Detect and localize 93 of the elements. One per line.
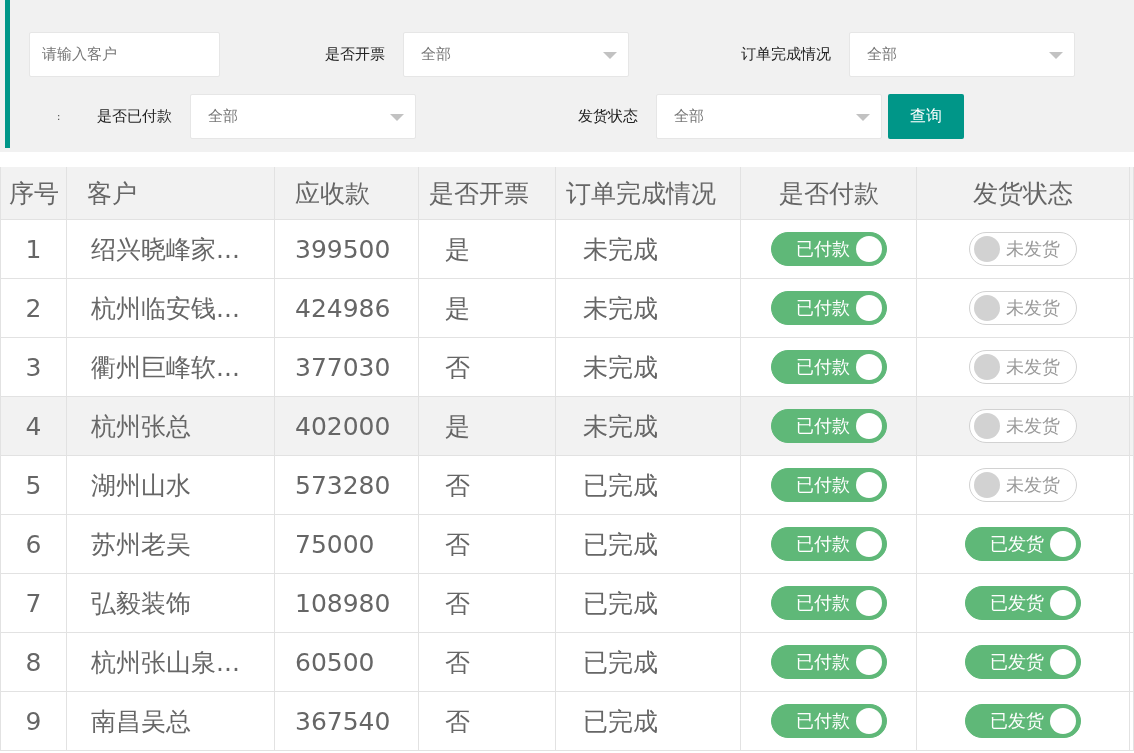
paid-toggle[interactable]: 已付款: [770, 586, 887, 620]
table-cell: 5: [0, 456, 67, 514]
table-cell: 424986: [275, 279, 419, 337]
shipped-toggle[interactable]: 未发货: [969, 409, 1077, 443]
shipped-toggle[interactable]: 未发货: [969, 468, 1077, 502]
table-cell: 已完成: [556, 633, 741, 691]
table-cell: 未完成: [556, 338, 741, 396]
table-cell: 1: [0, 220, 67, 278]
table-cell: 是: [419, 397, 556, 455]
table-cell: 75000: [275, 515, 419, 573]
table-cell: 6: [0, 515, 67, 573]
colon-label: :: [57, 110, 62, 122]
table-cell: 未完成: [556, 220, 741, 278]
shipping-filter-label: 发货状态: [577, 106, 639, 126]
table-cell: 否: [419, 633, 556, 691]
paid-toggle[interactable]: 已付款: [770, 291, 887, 325]
table-cell: 否: [419, 692, 556, 750]
table-cell: 4: [0, 397, 67, 455]
paid-toggle[interactable]: 已付款: [770, 409, 887, 443]
table-cell: 已完成: [556, 456, 741, 514]
table-cell: 否: [419, 456, 556, 514]
table-cell: 南昌吴总: [67, 692, 275, 750]
table-cell: 是: [419, 220, 556, 278]
table-row[interactable]: 9 南昌吴总 367540 否 已完成 已付款 已发货: [0, 692, 1134, 751]
table-cell: 8: [0, 633, 67, 691]
table-cell: 未完成: [556, 397, 741, 455]
table-cell: 苏州老吴: [67, 515, 275, 573]
table-cell: 已完成: [556, 692, 741, 750]
paid-toggle[interactable]: 已付款: [770, 468, 887, 502]
table-cell: 402000: [275, 397, 419, 455]
table-cell: 绍兴晓峰家...: [67, 220, 275, 278]
paid-toggle[interactable]: 已付款: [770, 645, 887, 679]
search-button[interactable]: 查询: [888, 93, 964, 139]
invoice-filter-label: 是否开票: [324, 44, 386, 64]
caret-icon: [856, 113, 870, 121]
table-cell: 衢州巨峰软...: [67, 338, 275, 396]
table-cell: 杭州临安钱...: [67, 279, 275, 337]
caret-icon: [390, 113, 404, 121]
table-row[interactable]: 1 绍兴晓峰家... 399500 是 未完成 已付款 未发货: [0, 220, 1134, 279]
customer-search-field[interactable]: 请输入客户: [29, 31, 220, 77]
paid-toggle[interactable]: 已付款: [770, 232, 887, 266]
table-cell: 9: [0, 692, 67, 750]
column-header: 客户: [67, 167, 275, 219]
shipped-toggle[interactable]: 未发货: [969, 291, 1077, 325]
shipped-toggle[interactable]: 已发货: [965, 527, 1081, 561]
table-row[interactable]: 2 杭州临安钱... 424986 是 未完成 已付款 未发货: [0, 279, 1134, 338]
completion-select[interactable]: 全部: [849, 31, 1075, 77]
table-cell: 否: [419, 515, 556, 573]
shipping-select[interactable]: 全部: [656, 93, 882, 139]
table-cell: 377030: [275, 338, 419, 396]
shipped-toggle[interactable]: 已发货: [965, 704, 1081, 738]
shipped-toggle[interactable]: 已发货: [965, 645, 1081, 679]
table-cell: 573280: [275, 456, 419, 514]
table-row[interactable]: 6 苏州老吴 75000 否 已完成 已付款 已发货: [0, 515, 1134, 574]
table-cell: 否: [419, 338, 556, 396]
column-header: 是否开票: [419, 167, 556, 219]
table-cell: 2: [0, 279, 67, 337]
table-cell: 已完成: [556, 574, 741, 632]
table-cell: 已完成: [556, 515, 741, 573]
table-cell: 7: [0, 574, 67, 632]
paid-toggle[interactable]: 已付款: [770, 704, 887, 738]
column-header: 发货状态: [917, 167, 1130, 219]
table-cell: 60500: [275, 633, 419, 691]
paid-select[interactable]: 全部: [190, 93, 416, 139]
table-row[interactable]: 7 弘毅装饰 108980 否 已完成 已付款 已发货: [0, 574, 1134, 633]
paid-filter-label: 是否已付款: [96, 106, 173, 126]
shipped-toggle[interactable]: 未发货: [969, 350, 1077, 384]
shipped-toggle[interactable]: 已发货: [965, 586, 1081, 620]
table-cell: 未完成: [556, 279, 741, 337]
caret-icon: [603, 51, 617, 59]
table-cell: 3: [0, 338, 67, 396]
table-cell: 湖州山水: [67, 456, 275, 514]
caret-icon: [1049, 51, 1063, 59]
paid-toggle[interactable]: 已付款: [770, 527, 887, 561]
column-header: 订单完成情况: [556, 167, 741, 219]
table-cell: 否: [419, 574, 556, 632]
invoice-select[interactable]: 全部: [403, 31, 629, 77]
table-cell: 是: [419, 279, 556, 337]
table-cell: 杭州张山泉...: [67, 633, 275, 691]
table-row[interactable]: 8 杭州张山泉... 60500 否 已完成 已付款 已发货: [0, 633, 1134, 692]
table-cell: 108980: [275, 574, 419, 632]
column-header: 序号: [0, 167, 67, 219]
table-row[interactable]: 5 湖州山水 573280 否 已完成 已付款 未发货: [0, 456, 1134, 515]
paid-toggle[interactable]: 已付款: [770, 350, 887, 384]
completion-filter-label: 订单完成情况: [740, 44, 832, 64]
table-cell: 367540: [275, 692, 419, 750]
table-cell: 弘毅装饰: [67, 574, 275, 632]
table-cell: 杭州张总: [67, 397, 275, 455]
table-cell: 399500: [275, 220, 419, 278]
shipped-toggle[interactable]: 未发货: [969, 232, 1077, 266]
table-row[interactable]: 4 杭州张总 402000 是 未完成 已付款 未发货: [0, 397, 1134, 456]
column-header: 是否付款: [741, 167, 917, 219]
column-header: 应收款: [275, 167, 419, 219]
